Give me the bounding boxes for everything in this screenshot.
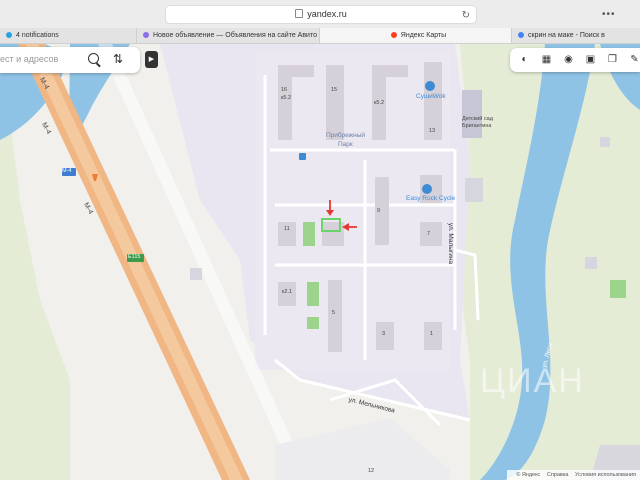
road-shield-label: E115 [128, 254, 141, 260]
building [600, 137, 610, 147]
tab-bar: 4 notifications Новое объявление — Объяв… [0, 28, 640, 44]
building-number: 16 [281, 87, 288, 93]
building-number: 13 [429, 128, 436, 134]
panorama-icon[interactable]: ▦ [540, 53, 553, 66]
more-layers-icon[interactable]: ❐ [606, 53, 619, 66]
map-pin-icon [390, 32, 397, 38]
building [328, 280, 342, 352]
collapse-panel-button[interactable]: ▶ [145, 51, 158, 68]
address-bar[interactable]: yandex.ru ↻ [165, 5, 477, 24]
building-number: 5 [332, 310, 336, 316]
map-canvas[interactable] [0, 44, 640, 480]
road-shield-label: М-4 [62, 168, 72, 174]
building-number: 9 [377, 208, 381, 214]
building-number: 1 [430, 331, 434, 337]
sports-field [303, 222, 315, 246]
sports-field [610, 280, 626, 298]
google-icon [518, 32, 524, 38]
avito-icon [143, 32, 149, 38]
bicycle-shop-icon[interactable] [422, 184, 432, 194]
place-label[interactable]: Прибрежный [326, 132, 365, 139]
building-number: 7 [427, 231, 431, 237]
help-link[interactable]: Справка [547, 472, 569, 478]
poi-label[interactable]: Детский сад [462, 116, 493, 122]
building-number: 15 [331, 87, 338, 93]
tab-yandex-maps[interactable]: Яндекс Карты [320, 28, 512, 43]
street-label: ул. Малыгина [447, 222, 455, 265]
building-number: к5.2 [281, 95, 292, 101]
reload-icon[interactable]: ↻ [462, 7, 470, 24]
building [372, 77, 386, 140]
layers-icon[interactable]: ◐ [518, 53, 531, 66]
route-icon[interactable]: ⇅ [113, 52, 123, 66]
building [278, 65, 314, 77]
map-layer-controls: ◐ ▦ ◉ ▣ ❐ ✎ [510, 48, 640, 72]
watermark: ЦИАН [480, 362, 585, 400]
building-number: 3 [382, 331, 386, 337]
search-input[interactable]: ест и адресов [0, 54, 58, 64]
building-number: к2.1 [282, 289, 293, 295]
url-text: yandex.ru [307, 9, 347, 19]
place-label[interactable]: Парк [338, 141, 353, 148]
tab-telegram[interactable]: 4 notifications [0, 28, 137, 43]
telegram-icon [6, 32, 12, 38]
transport-icon[interactable]: ▣ [584, 53, 597, 66]
building [420, 222, 442, 246]
poi-label[interactable]: СушиWok [416, 93, 446, 100]
building [585, 257, 597, 269]
sports-field [307, 282, 319, 306]
camera-icon[interactable]: ◉ [562, 53, 575, 66]
search-icon[interactable] [88, 53, 99, 64]
more-icon[interactable]: ••• [602, 9, 616, 20]
copyright-text: © Яндекс [516, 472, 541, 478]
building-kindergarten [462, 90, 482, 138]
lot-area [275, 418, 450, 480]
building-number: 11 [284, 226, 290, 232]
building-number: к5.2 [374, 100, 385, 106]
building [372, 65, 408, 77]
sports-field [307, 317, 319, 329]
attribution: © Яндекс Справка Условия использования [507, 470, 640, 480]
building [190, 268, 202, 280]
building-number: 12 [368, 468, 375, 474]
ruler-icon[interactable]: ✎ [628, 53, 640, 66]
terms-link[interactable]: Условия использования [575, 472, 636, 478]
building [465, 178, 483, 202]
browser-toolbar: yandex.ru ↻ ••• [0, 0, 640, 29]
tab-google[interactable]: скрин на маке - Поиск в [512, 28, 640, 43]
lock-icon [295, 9, 304, 18]
search-box[interactable]: ест и адресов ⇅ [0, 47, 140, 73]
sushi-restaurant-icon[interactable] [425, 81, 435, 91]
bus-stop-icon[interactable] [299, 153, 306, 160]
tab-avito[interactable]: Новое объявление — Объявления на сайте А… [137, 28, 320, 43]
poi-label[interactable]: Easy Rock Cycle [406, 195, 455, 202]
poi-label[interactable]: Бригантина [462, 123, 491, 129]
building [326, 65, 344, 140]
